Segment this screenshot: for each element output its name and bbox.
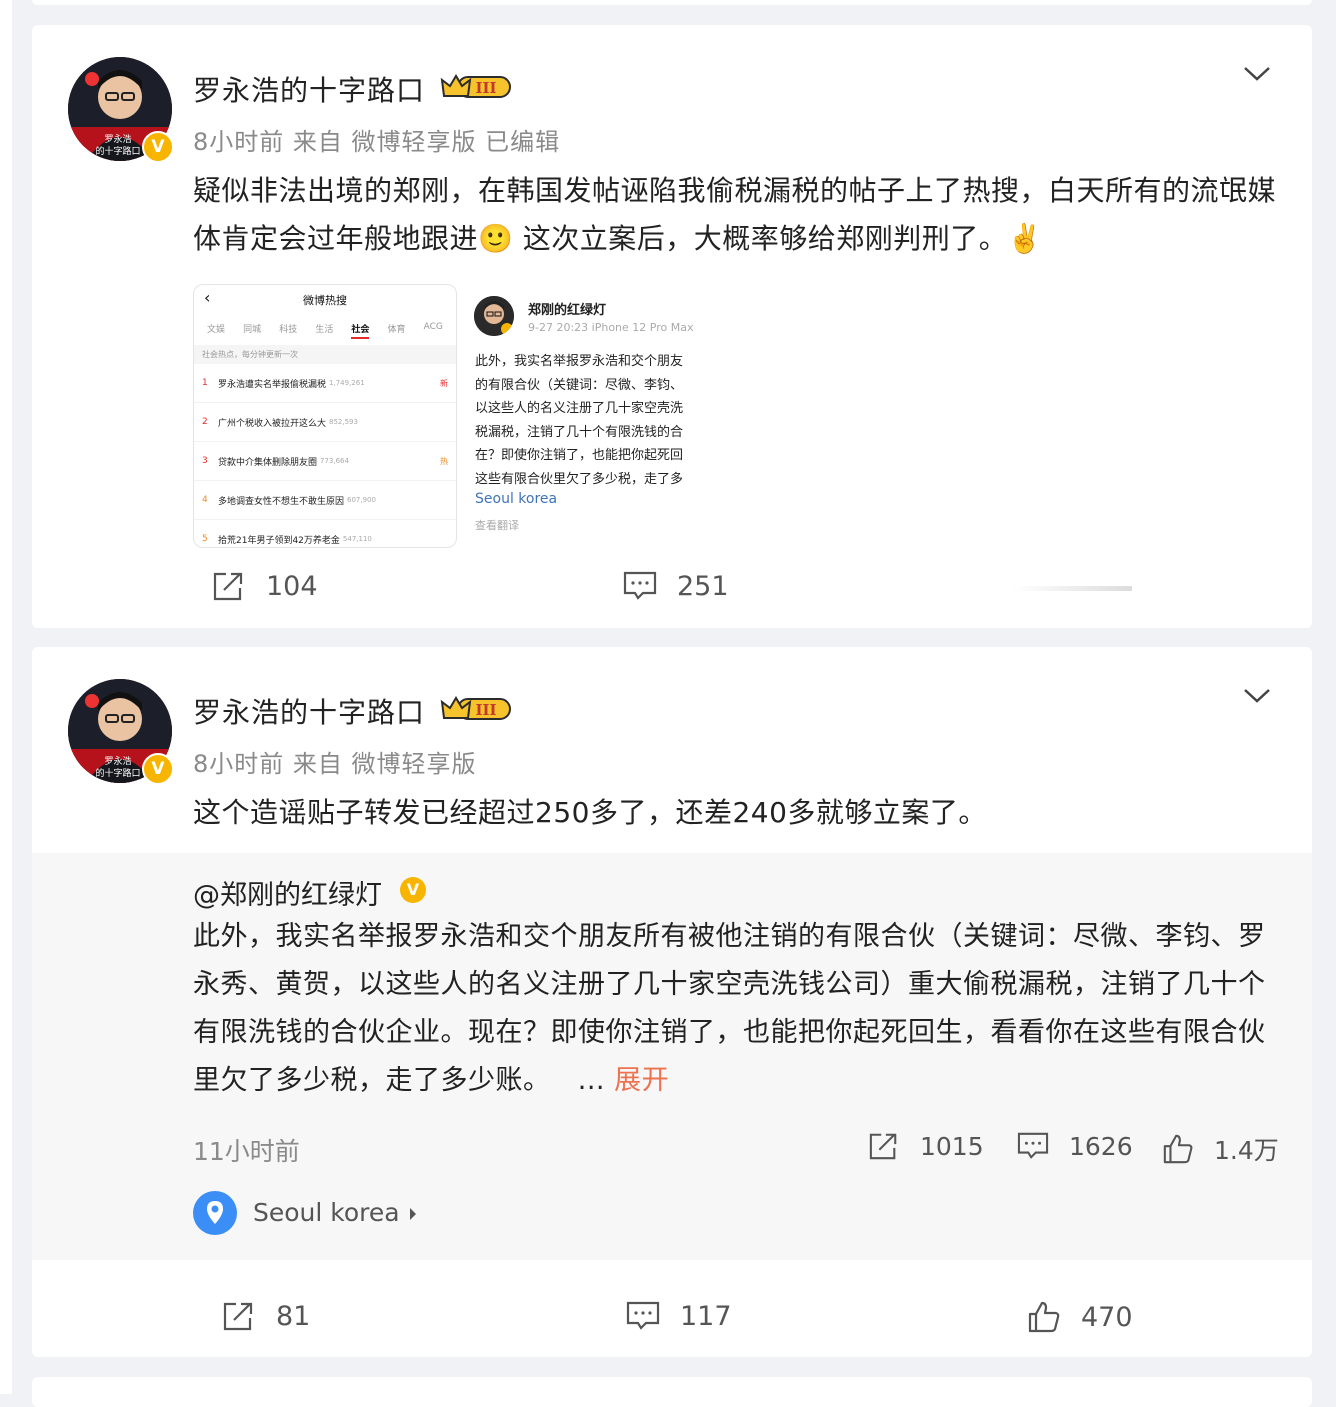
hs-tab: ACG	[423, 322, 443, 332]
author-name[interactable]: 罗永浩的十字路口	[193, 691, 425, 731]
location-pin-icon	[193, 1191, 237, 1235]
next-card-edge	[32, 1377, 1312, 1407]
like-count: 470	[1081, 1301, 1133, 1333]
comment-icon	[1017, 1132, 1049, 1159]
like-count: 1.4万	[1214, 1136, 1279, 1165]
reposted-content[interactable]: @郑刚的红绿灯 V 此外，我实名举报罗永浩和交个朋友所有被他注销的有限合伙（关键…	[32, 853, 1312, 1260]
hs-tab-active: 社会	[351, 322, 370, 339]
post-meta: 8小时前 来自 微博轻享版	[193, 750, 477, 778]
svg-text:罗永浩: 罗永浩	[104, 755, 131, 767]
repost-text: 此外，我实名举报罗永浩和交个朋友所有被他注销的有限合伙（关键词：尽微、李钧、罗永…	[193, 921, 1266, 1096]
hs-tab: 同城	[243, 325, 262, 335]
hotsearch-row: 1 罗永浩遭实名举报偷税漏税 1,749,261 新	[194, 364, 456, 403]
feed-card: 罗永浩 的十字路口 V 罗永浩的十字路口 III 8小时前 来自 微博轻享版 已…	[32, 25, 1312, 628]
svg-text:罗永浩: 罗永浩	[104, 133, 131, 145]
verified-badge-icon: V	[142, 131, 174, 163]
svg-text:III: III	[475, 79, 496, 97]
comment-button[interactable]: 117	[626, 1300, 732, 1332]
right-margin	[1312, 0, 1336, 1394]
expand-link[interactable]: 展开	[614, 1065, 669, 1096]
like-icon	[1163, 1134, 1193, 1164]
chevron-down-icon[interactable]	[1242, 63, 1272, 83]
left-margin	[0, 0, 12, 1394]
feed-card: 罗永浩 的十字路口 V 罗永浩的十字路口 III 8小时前 来自 微博轻享版 这…	[32, 647, 1312, 1357]
hotsearch-subtitle: 社会热点，每分钟更新一次	[194, 345, 456, 364]
hotsearch-tabs: 文娱 同城 科技 生活 社会 体育 ACG	[194, 322, 456, 339]
like-button[interactable]: 1.4万	[1162, 1131, 1279, 1167]
comment-count: 117	[680, 1300, 732, 1332]
hs-tab: 文娱	[207, 325, 226, 335]
post-meta: 8小时前 来自 微博轻享版 已编辑	[193, 128, 561, 156]
repost-author[interactable]: @郑刚的红绿灯	[193, 873, 382, 912]
screenshot-body: 此外，我实名举报罗永浩和交个朋友 的有限合伙（关键词：尽微、李钧、 以这些人的名…	[475, 354, 684, 487]
hotsearch-row: 3 贷款中介集体删除朋友圈 773,664 热	[194, 442, 456, 481]
verified-badge-icon: V	[400, 877, 426, 903]
hotsearch-image[interactable]: ‹ 微博热搜 文娱 同城 科技 生活 社会 体育 ACG 社会热点，每分钟更新一…	[193, 284, 457, 548]
hs-tab: 生活	[315, 325, 334, 335]
repost-button[interactable]: 1015	[868, 1131, 984, 1161]
hotsearch-row: 2 广州个税收入被拉开这么大 852,593	[194, 403, 456, 442]
repost-count: 81	[276, 1300, 311, 1332]
screenshot-translate: 查看翻译	[475, 519, 519, 532]
comment-button[interactable]: 251	[623, 570, 729, 602]
comment-icon	[623, 571, 657, 600]
screenshot-meta: 9-27 20:23 iPhone 12 Pro Max	[528, 321, 694, 334]
comment-count: 1626	[1069, 1131, 1133, 1161]
svg-text:的十字路口: 的十字路口	[95, 145, 140, 157]
comment-count: 251	[677, 570, 729, 602]
like-button[interactable]: 470	[1027, 1300, 1133, 1334]
caret-right-icon	[410, 1208, 416, 1220]
repost-button[interactable]: 81	[222, 1300, 310, 1332]
screenshot-location: Seoul korea	[475, 491, 558, 507]
repost-icon	[869, 1133, 897, 1160]
crown-badge-icon[interactable]: III	[440, 694, 518, 724]
repost-icon	[213, 572, 243, 601]
crown-badge-icon[interactable]: III	[440, 72, 518, 102]
post-text: 这个造谣贴子转发已经超过250多了，还差240多就够立案了。	[193, 796, 987, 829]
screenshot-author: 郑刚的红绿灯	[528, 303, 607, 318]
location-link[interactable]: Seoul korea	[253, 1198, 400, 1227]
back-icon: ‹	[204, 288, 211, 307]
verified-badge-icon: V	[142, 753, 174, 785]
post-screenshot-image[interactable]: 郑刚的红绿灯 9-27 20:23 iPhone 12 Pro Max 此外，我…	[470, 284, 732, 546]
previous-card-edge	[32, 0, 1312, 5]
svg-text:III: III	[475, 701, 496, 719]
hs-tab: 体育	[387, 325, 406, 335]
hs-tab: 科技	[279, 325, 298, 335]
like-icon	[1028, 1301, 1060, 1333]
author-name[interactable]: 罗永浩的十字路口	[193, 69, 425, 109]
like-area-fade	[1012, 586, 1132, 591]
hotsearch-row: 5 拾荒21年男子领到42万养老金 547,110	[194, 520, 456, 547]
comment-button[interactable]: 1626	[1017, 1131, 1133, 1161]
repost-time: 11小时前	[193, 1137, 300, 1166]
comment-icon	[626, 1301, 660, 1330]
repost-icon	[223, 1302, 253, 1331]
repost-button[interactable]: 104	[212, 570, 318, 602]
svg-text:的十字路口: 的十字路口	[95, 767, 140, 779]
post-text: 疑似非法出境的郑刚，在韩国发帖诬陷我偷税漏税的帖子上了热搜，白天所有的流氓媒体肯…	[193, 174, 1277, 255]
repost-count: 1015	[920, 1131, 984, 1161]
avatar	[474, 296, 514, 336]
hotsearch-title: 微博热搜	[303, 294, 347, 307]
repost-count: 104	[266, 570, 318, 602]
hotsearch-row: 4 多地调查女性不想生不敢生原因 607,900	[194, 481, 456, 520]
chevron-down-icon[interactable]	[1242, 685, 1272, 705]
